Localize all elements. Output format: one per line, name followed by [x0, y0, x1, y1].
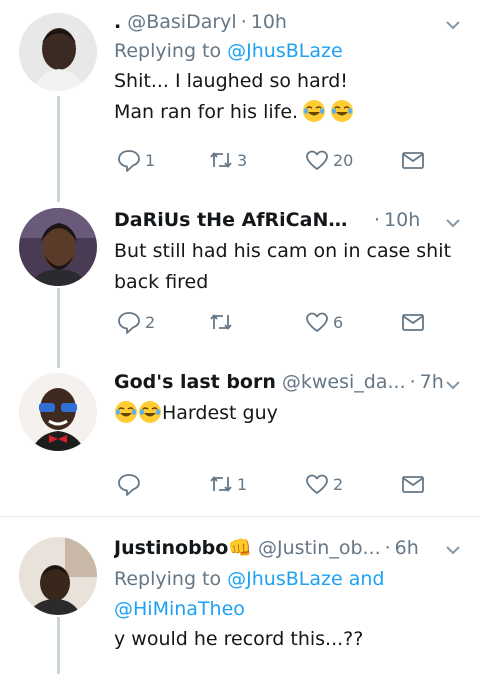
chevron-down-icon[interactable]	[444, 16, 462, 34]
thread-line	[57, 356, 60, 368]
reply-count: 1	[145, 150, 156, 170]
tweet-4[interactable]: Justinobbo👊 @Justin_ob... · 6h Replying …	[0, 517, 480, 674]
retweet-button[interactable]	[208, 308, 237, 336]
retweet-icon	[210, 476, 232, 492]
display-name[interactable]: Justinobbo👊	[114, 534, 252, 562]
reply-button[interactable]: 1	[116, 146, 155, 174]
reply-icon	[118, 474, 140, 496]
tweet-header: Justinobbo👊 @Justin_ob... · 6h	[114, 534, 466, 562]
replying-to-second: @HiMinaTheo	[114, 594, 466, 624]
separator: ·	[374, 209, 381, 231]
replying-to-label: Replying to	[114, 568, 228, 590]
tweet-actions: 1 3 20	[114, 146, 434, 174]
like-count: 6	[333, 312, 344, 332]
thread-line	[57, 190, 60, 202]
tweet-1[interactable]: . @BasiDaryl · 10h Replying to @JhusBLaz…	[0, 0, 480, 190]
like-button[interactable]: 2	[304, 470, 343, 498]
tweet-text-line: y would he record this...??	[114, 628, 364, 650]
display-name[interactable]: .	[114, 8, 121, 36]
separator: ·	[409, 371, 416, 393]
tweet-text: y would he record this...??	[114, 624, 466, 655]
tweet-text-line: But still had his cam on in case shit	[114, 240, 451, 262]
grinning-tears-emoji-icon	[139, 401, 161, 423]
retweet-icon	[210, 314, 232, 330]
timestamp[interactable]: 10h	[251, 8, 287, 36]
avatar[interactable]	[19, 13, 97, 91]
avatar[interactable]	[19, 208, 97, 286]
tweet-text-line: back fired	[114, 271, 209, 293]
heart-icon	[306, 474, 328, 494]
separator: ·	[384, 537, 391, 559]
tweet-header: . @BasiDaryl · 10h	[114, 8, 466, 36]
chevron-down-icon[interactable]	[444, 214, 462, 232]
timestamp[interactable]: 10h	[384, 206, 420, 234]
user-handle[interactable]: @kwesi_da...	[282, 368, 406, 396]
replying-to: Replying to @JhusBLaze and	[114, 564, 466, 594]
tweet-text-line: Man ran for his life.	[114, 97, 466, 128]
heart-icon	[306, 312, 328, 332]
retweet-count: 1	[237, 474, 248, 494]
tweet-header: God's last born @kwesi_da... · 7h	[114, 368, 466, 396]
retweet-count: 3	[237, 150, 248, 170]
separator: ·	[240, 11, 247, 33]
grinning-tears-emoji-icon	[331, 100, 354, 122]
heart-icon	[306, 150, 328, 170]
thread-line	[57, 96, 60, 190]
direct-message-button[interactable]	[400, 470, 426, 498]
reply-icon	[118, 150, 140, 172]
reply-button[interactable]: 2	[116, 308, 155, 336]
like-button[interactable]: 6	[304, 308, 343, 336]
replying-to-label: Replying to	[114, 40, 228, 62]
envelope-icon	[402, 314, 424, 331]
like-count: 2	[333, 474, 344, 494]
direct-message-button[interactable]	[400, 146, 426, 174]
thread-line	[57, 617, 60, 674]
avatar[interactable]	[19, 537, 97, 615]
envelope-icon	[402, 476, 424, 493]
envelope-icon	[402, 152, 424, 169]
timestamp[interactable]: 6h	[395, 534, 419, 562]
like-count: 20	[333, 150, 354, 170]
thread-line	[57, 288, 60, 356]
tweet-text-line: Hardest guy	[114, 398, 466, 429]
reply-count: 2	[145, 312, 156, 332]
mention-link[interactable]: @HiMinaTheo	[114, 598, 245, 620]
retweet-button[interactable]: 3	[208, 146, 247, 174]
user-handle[interactable]: @Justin_ob...	[258, 534, 381, 562]
like-button[interactable]: 20	[304, 146, 353, 174]
reply-icon	[118, 312, 140, 334]
tweet-text-line: Shit... I laughed so hard!	[114, 70, 348, 92]
chevron-down-icon[interactable]	[444, 541, 462, 559]
tweet-actions: 2 6	[114, 308, 434, 336]
tweet-actions: 1 2	[114, 470, 434, 498]
direct-message-button[interactable]	[400, 308, 426, 336]
grinning-tears-emoji-icon	[115, 401, 137, 423]
tweet-text: Shit... I laughed so hard! Man ran for h…	[114, 66, 466, 128]
tweet-text: But still had his cam on in case shit ba…	[114, 236, 466, 298]
display-name[interactable]: God's last born	[114, 368, 276, 396]
grinning-tears-emoji-icon	[303, 100, 326, 122]
chevron-down-icon[interactable]	[444, 376, 462, 394]
mention-link[interactable]: @JhusBLaze	[227, 568, 343, 590]
display-name[interactable]: DaRiUs tHe AfRiCaN™🇺🇬...	[114, 206, 354, 234]
timestamp[interactable]: 7h	[420, 368, 444, 396]
tweet-2[interactable]: DaRiUs tHe AfRiCaN™🇺🇬... · 10h But still…	[0, 190, 480, 356]
tweet-3[interactable]: God's last born @kwesi_da... · 7h Hardes…	[0, 356, 480, 516]
mention-and[interactable]: and	[343, 568, 385, 590]
replying-to: Replying to @JhusBLaze	[114, 36, 466, 66]
retweet-button[interactable]: 1	[208, 470, 247, 498]
avatar[interactable]	[19, 373, 97, 451]
reply-button[interactable]	[116, 470, 145, 498]
tweet-text: Hardest guy	[114, 398, 466, 429]
tweet-header: DaRiUs tHe AfRiCaN™🇺🇬... · 10h	[114, 206, 466, 234]
user-handle[interactable]: @BasiDaryl	[127, 8, 236, 36]
mention-link[interactable]: @JhusBLaze	[227, 40, 343, 62]
retweet-icon	[210, 152, 232, 168]
